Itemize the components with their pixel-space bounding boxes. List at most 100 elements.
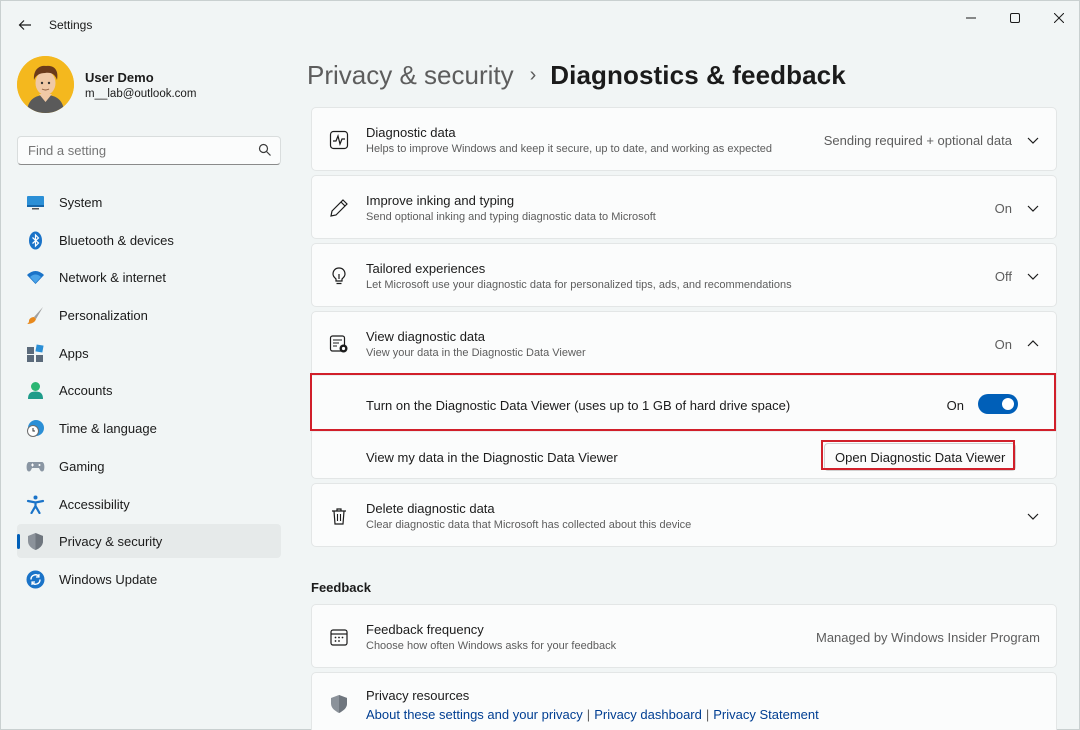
setting-title: Tailored experiences: [366, 261, 486, 276]
link-separator: |: [586, 707, 591, 722]
setting-description: Helps to improve Windows and keep it sec…: [366, 143, 773, 155]
sidebar-item-accounts[interactable]: Accounts: [17, 373, 281, 407]
user-email: m__lab@outlook.com: [85, 88, 197, 100]
calendar-icon: [328, 626, 350, 648]
sidebar-item-label: Apps: [59, 345, 89, 361]
view-diagnostic-data-card[interactable]: View diagnostic data View your data in t…: [311, 311, 1057, 375]
sidebar-nav: System Bluetooth & devices Network & int…: [17, 185, 281, 600]
setting-value: On: [994, 337, 1012, 352]
chevron-down-icon[interactable]: [1026, 133, 1040, 147]
sidebar-item-privacy-security[interactable]: Privacy & security: [17, 524, 281, 559]
search-box: [17, 136, 281, 165]
privacy-dashboard-link[interactable]: Privacy dashboard: [594, 707, 702, 722]
breadcrumb-parent[interactable]: Privacy & security: [307, 60, 514, 91]
maximize-button[interactable]: [993, 7, 1037, 29]
setting-value: On: [994, 201, 1012, 216]
sidebar-item-label: Accounts: [59, 383, 113, 399]
feedback-frequency-card[interactable]: Feedback frequency Choose how often Wind…: [311, 604, 1057, 668]
chevron-up-icon[interactable]: [1026, 337, 1040, 351]
chevron-down-icon[interactable]: [1026, 269, 1040, 283]
sidebar-item-apps[interactable]: Apps: [17, 336, 281, 370]
shield-icon: [26, 532, 45, 551]
back-button[interactable]: [13, 13, 37, 37]
page-title: Diagnostics & feedback: [550, 59, 846, 90]
sidebar-item-label: Privacy & security: [59, 534, 163, 550]
sidebar-item-personalization[interactable]: Personalization: [17, 298, 281, 332]
setting-title: View diagnostic data: [366, 329, 486, 344]
settings-window: Settings User Demo m__lab@outlook.com Fi…: [0, 0, 1080, 730]
trash-icon: [328, 505, 350, 527]
tailored-experiences-card[interactable]: Tailored experiences Let Microsoft use y…: [311, 243, 1057, 307]
setting-value: Managed by Windows Insider Program: [816, 630, 1040, 645]
sidebar-item-network[interactable]: Network & internet: [17, 260, 281, 294]
data-viewer-icon: [328, 333, 350, 355]
delete-diagnostic-data-card[interactable]: Delete diagnostic data Clear diagnostic …: [311, 483, 1057, 547]
avatar[interactable]: [17, 56, 74, 113]
clock-globe-icon: [26, 419, 45, 438]
improve-inking-card[interactable]: Improve inking and typing Send optional …: [311, 175, 1057, 239]
sidebar-item-windows-update[interactable]: Windows Update: [17, 562, 281, 596]
close-button[interactable]: [1037, 7, 1080, 29]
sidebar-item-label: Gaming: [59, 458, 105, 474]
breadcrumb-separator: ›: [529, 63, 537, 86]
highlight-box: [821, 440, 1015, 470]
app-title: Settings: [49, 18, 93, 32]
link-separator: |: [705, 707, 710, 722]
chevron-down-icon[interactable]: [1026, 509, 1040, 523]
sidebar-item-bluetooth[interactable]: Bluetooth & devices: [17, 223, 281, 257]
setting-title: Delete diagnostic data: [366, 501, 495, 516]
about-privacy-link[interactable]: About these settings and your privacy: [366, 707, 583, 722]
lightbulb-icon: [328, 265, 350, 287]
sidebar-item-label: Time & language: [59, 421, 157, 437]
viewer-label: View my data in the Diagnostic Data View…: [366, 450, 618, 465]
privacy-links: About these settings and your privacy | Pr…: [366, 707, 819, 722]
system-icon: [26, 193, 45, 212]
sidebar-item-time-language[interactable]: Time & language: [17, 411, 281, 445]
chevron-down-icon[interactable]: [1026, 201, 1040, 215]
minimize-button[interactable]: [949, 7, 993, 29]
activity-chart-icon: [328, 129, 350, 151]
diagnostic-data-card[interactable]: Diagnostic data Helps to improve Windows…: [311, 107, 1057, 171]
setting-description: Let Microsoft use your diagnostic data f…: [366, 279, 792, 291]
setting-title: Feedback frequency: [366, 622, 484, 637]
person-icon: [26, 381, 45, 400]
close-icon: [1054, 13, 1064, 23]
breadcrumb: Privacy & security › Diagnostics & feedb…: [307, 57, 846, 93]
title-bar: Settings: [1, 1, 1079, 49]
search-input[interactable]: [18, 137, 248, 164]
setting-description: Send optional inking and typing diagnost…: [366, 211, 656, 223]
apps-icon: [26, 344, 45, 363]
sidebar-item-label: System: [59, 195, 103, 210]
update-icon: [26, 570, 45, 589]
setting-description: Clear diagnostic data that Microsoft has…: [366, 519, 692, 531]
sidebar-item-label: Windows Update: [59, 571, 158, 587]
setting-description: View your data in the Diagnostic Data Vi…: [366, 347, 586, 359]
setting-value: Off: [994, 269, 1012, 284]
privacy-statement-link[interactable]: Privacy Statement: [713, 707, 819, 722]
gamepad-icon: [26, 457, 45, 476]
back-arrow-icon: [18, 20, 31, 30]
search-icon[interactable]: [258, 143, 272, 157]
user-profile: User Demo m__lab@outlook.com: [17, 56, 287, 116]
sidebar-item-label: Bluetooth & devices: [59, 232, 174, 248]
minimize-icon: [966, 17, 976, 19]
highlight-box: [310, 373, 1056, 431]
sidebar-item-gaming[interactable]: Gaming: [17, 449, 281, 483]
feedback-section-title: Feedback: [311, 580, 371, 595]
setting-description: Choose how often Windows asks for your f…: [366, 640, 617, 652]
sidebar-item-label: Personalization: [59, 308, 148, 324]
sidebar-item-system[interactable]: System: [17, 185, 281, 219]
sidebar-item-accessibility[interactable]: Accessibility: [17, 487, 281, 521]
wifi-icon: [26, 268, 45, 287]
shield-icon: [328, 693, 350, 715]
bluetooth-icon: [26, 231, 45, 250]
accessibility-icon: [26, 495, 45, 514]
setting-title: Improve inking and typing: [366, 193, 515, 208]
sidebar-item-label: Network & internet: [59, 270, 166, 286]
pen-icon: [328, 197, 350, 219]
setting-title: Privacy resources: [366, 688, 470, 703]
setting-value: Sending required + optional data: [823, 133, 1012, 148]
brush-icon: [26, 306, 45, 325]
avatar-icon: [17, 56, 74, 113]
user-name: User Demo: [85, 70, 154, 85]
